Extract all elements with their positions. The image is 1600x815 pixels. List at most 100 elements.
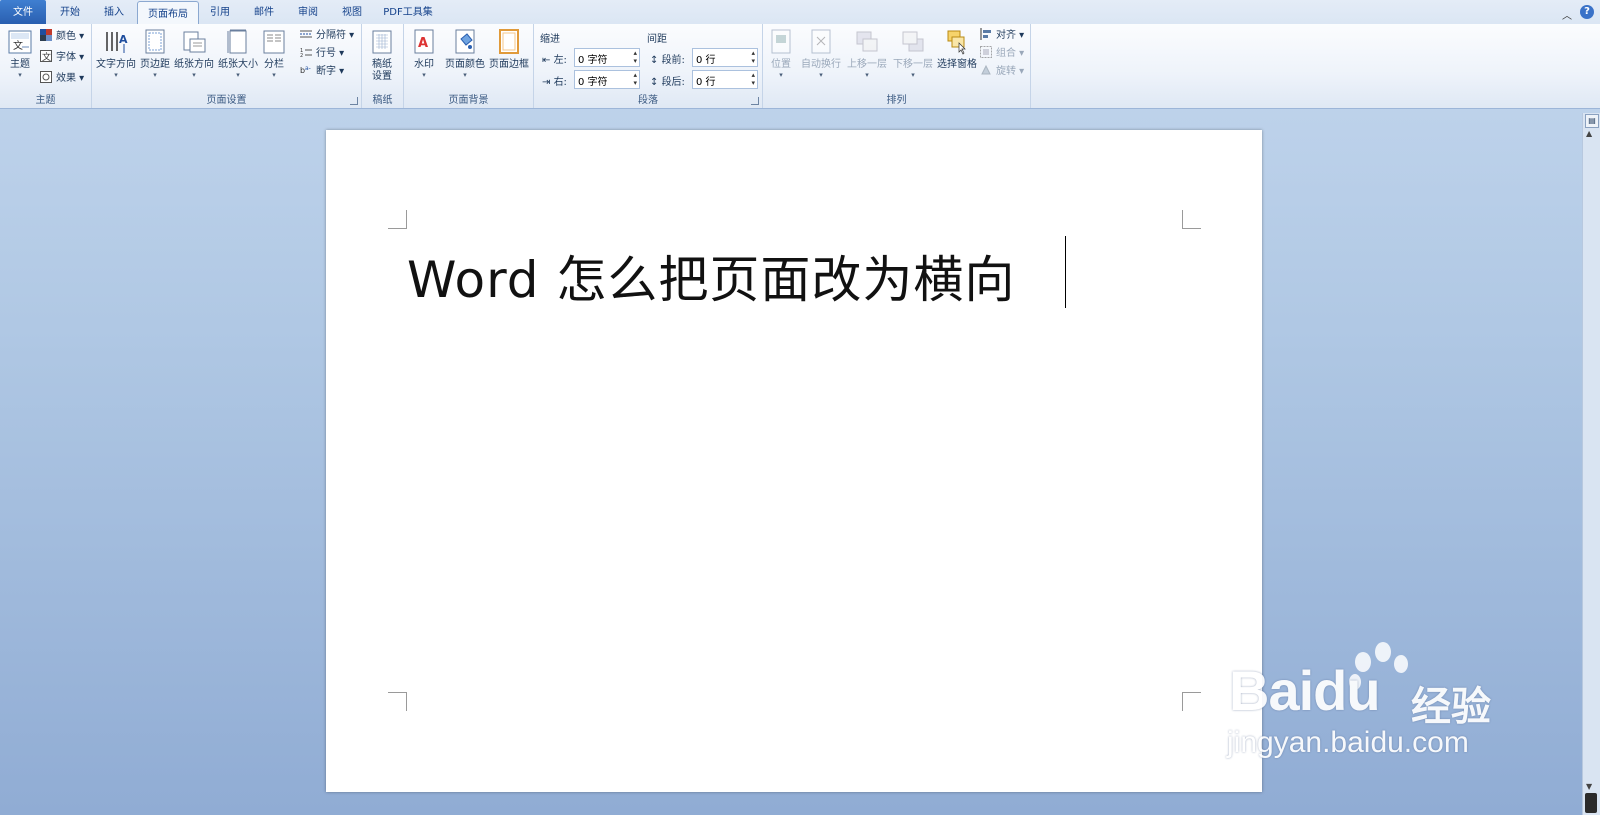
tab-mailings[interactable]: 邮件 xyxy=(244,0,284,24)
heading-cjk: 怎么把页面改为横向 xyxy=(556,251,1016,309)
chevron-down-icon: ▾ xyxy=(18,71,22,79)
indent-left-input[interactable]: 0 字符 ▴ ▾ xyxy=(574,48,640,67)
position-button[interactable]: 位置 ▾ xyxy=(765,26,797,88)
dialog-launcher-icon[interactable] xyxy=(350,97,358,105)
chevron-down-icon: ▾ xyxy=(236,71,240,79)
chevron-down-icon: ▾ xyxy=(153,71,157,79)
tab-review[interactable]: 审阅 xyxy=(288,0,328,24)
chevron-down-icon: ▾ xyxy=(114,71,118,79)
baidu-jingyan-watermark: Baidu 经验 jingyan.baidu.com xyxy=(1225,640,1525,780)
vertical-scrollbar[interactable]: ▤ ▲ ▼ xyxy=(1582,113,1600,815)
group-page-background: A 水印 ▾ 页面颜色 ▾ 页面边框 页面背景 xyxy=(404,24,534,108)
group-page-setup: A 文字方向 ▾ 页边距 ▾ 纸张方向 ▾ 纸张大小 ▾ 分栏 ▾ 分隔符 ▾ xyxy=(92,24,362,108)
indent-left-spinner[interactable]: ⇤ 左: 0 字符 ▴ ▾ xyxy=(542,48,642,67)
spacing-after-icon: ↕ xyxy=(650,77,662,88)
watermark-label: 水印 xyxy=(414,59,434,70)
selection-pane-button[interactable]: 选择窗格 xyxy=(935,26,979,88)
size-label: 纸张大小 xyxy=(218,59,258,70)
ribbon-controls: ︿ ? xyxy=(1556,4,1596,22)
watermark-brand: Baidu xyxy=(1229,658,1381,723)
ruler-toggle-icon[interactable]: ▤ xyxy=(1585,114,1599,128)
chevron-down-icon: ▾ xyxy=(272,71,276,79)
line-numbers-button[interactable]: 1 2 行号 ▾ xyxy=(300,45,344,63)
group-objects-button[interactable]: 组合 ▾ xyxy=(980,45,1024,63)
margins-button[interactable]: 页边距 ▾ xyxy=(139,26,171,88)
indent-title: 缩进 xyxy=(540,34,560,45)
rotate-label: 旋转 xyxy=(996,66,1016,77)
scroll-up-icon[interactable]: ▲ xyxy=(1586,129,1592,138)
ribbon-tab-row: 文件 开始 插入 页面布局 引用 邮件 审阅 视图 PDF工具集 ︿ ? xyxy=(0,0,1600,26)
document-page[interactable]: Word 怎么把页面改为横向 xyxy=(326,130,1262,792)
ribbon: 文 主题 ▾ 颜色 ▾ 文字体 ▾ 效果 ▾ 主题 A 文字方向 ▾ 页边距 ▾ xyxy=(0,24,1600,109)
effects-button[interactable]: 效果 ▾ xyxy=(40,70,84,88)
svg-text:文: 文 xyxy=(42,51,51,62)
columns-button[interactable]: 分栏 ▾ xyxy=(261,26,287,88)
heading-latin: Word xyxy=(407,251,540,309)
bring-forward-button[interactable]: 上移一层 ▾ xyxy=(845,26,889,88)
wrap-text-button[interactable]: 自动换行 ▾ xyxy=(799,26,843,88)
effects-icon xyxy=(40,71,53,83)
tab-view[interactable]: 视图 xyxy=(332,0,372,24)
indent-right-input[interactable]: 0 字符 ▴ ▾ xyxy=(574,70,640,89)
effects-label: 效果 xyxy=(56,73,76,84)
watermark-button[interactable]: A 水印 ▾ xyxy=(408,26,440,88)
chevron-down-icon: ▾ xyxy=(865,71,869,79)
orientation-button[interactable]: 纸张方向 ▾ xyxy=(173,26,215,88)
text-direction-button[interactable]: A 文字方向 ▾ xyxy=(95,26,137,88)
send-backward-icon xyxy=(901,29,925,55)
page-borders-button[interactable]: 页面边框 xyxy=(488,26,530,88)
scroll-down-icon[interactable]: ▼ xyxy=(1586,782,1592,791)
tab-file[interactable]: 文件 xyxy=(0,0,46,24)
hyphenation-label: 断字 xyxy=(316,66,336,77)
paint-bucket-icon xyxy=(453,29,477,55)
spin-arrows-icon[interactable]: ▴ ▾ xyxy=(751,49,755,65)
watermark-url: jingyan.baidu.com xyxy=(1227,726,1469,759)
tab-page-layout[interactable]: 页面布局 xyxy=(137,1,199,26)
manuscript-settings-line1: 稿纸 xyxy=(372,59,392,70)
theme-button[interactable]: 文 主题 ▾ xyxy=(4,26,36,88)
spacing-before-label: 段前: xyxy=(661,55,685,66)
spacing-after-input[interactable]: 0 行 ▴ ▾ xyxy=(692,70,758,89)
indent-left-icon: ⇤ xyxy=(542,55,554,66)
tab-references[interactable]: 引用 xyxy=(200,0,240,24)
help-icon[interactable]: ? xyxy=(1580,5,1594,19)
size-button[interactable]: 纸张大小 ▾ xyxy=(217,26,259,88)
indent-right-label: 右: xyxy=(553,77,567,88)
group-manuscript: 稿纸 设置 稿纸 xyxy=(362,24,404,108)
breaks-button[interactable]: 分隔符 ▾ xyxy=(300,27,354,45)
selection-pane-label: 选择窗格 xyxy=(937,59,977,70)
spacing-before-input[interactable]: 0 行 ▴ ▾ xyxy=(692,48,758,67)
spin-arrows-icon[interactable]: ▴ ▾ xyxy=(751,71,755,87)
tab-home[interactable]: 开始 xyxy=(50,0,90,24)
watermark-brand-du: du xyxy=(1313,659,1380,722)
group-paragraph-label: 段落 xyxy=(638,95,658,106)
tab-insert[interactable]: 插入 xyxy=(94,0,134,24)
bring-forward-label: 上移一层 xyxy=(847,59,887,70)
group-manuscript-label: 稿纸 xyxy=(372,95,393,106)
spin-arrows-icon[interactable]: ▴ ▾ xyxy=(633,71,637,87)
page-borders-label: 页面边框 xyxy=(489,59,529,70)
tab-pdf-tools[interactable]: PDF工具集 xyxy=(376,0,440,24)
fonts-button[interactable]: 文字体 ▾ xyxy=(40,49,84,67)
text-direction-label: 文字方向 xyxy=(96,59,136,70)
spin-arrows-icon[interactable]: ▴ ▾ xyxy=(633,49,637,65)
indent-left-label: 左: xyxy=(553,55,567,66)
spacing-after-spinner[interactable]: ↕ 段后: 0 行 ▴ ▾ xyxy=(650,70,760,89)
minimize-ribbon-icon[interactable]: ︿ xyxy=(1562,7,1572,22)
page-color-button[interactable]: 页面颜色 ▾ xyxy=(444,26,486,88)
align-button[interactable]: 对齐 ▾ xyxy=(980,27,1024,45)
page-borders-icon xyxy=(497,29,521,55)
hyphenation-button[interactable]: b a- 断字 ▾ xyxy=(300,63,344,81)
spacing-before-spinner[interactable]: ↕ 段前: 0 行 ▴ ▾ xyxy=(650,48,760,67)
scrollbar-thumb[interactable] xyxy=(1585,793,1597,813)
indent-right-spinner[interactable]: ⇥ 右: 0 字符 ▴ ▾ xyxy=(542,70,642,89)
dialog-launcher-icon[interactable] xyxy=(751,97,759,105)
spacing-title: 间距 xyxy=(647,34,667,45)
position-icon xyxy=(769,29,793,55)
colors-button[interactable]: 颜色 ▾ xyxy=(40,28,84,46)
send-backward-button[interactable]: 下移一层 ▾ xyxy=(891,26,935,88)
document-heading[interactable]: Word 怎么把页面改为横向 xyxy=(407,240,1015,312)
text-direction-icon: A xyxy=(104,29,128,55)
rotate-button[interactable]: 旋转 ▾ xyxy=(980,63,1024,81)
manuscript-settings-button[interactable]: 稿纸 设置 xyxy=(366,26,398,88)
